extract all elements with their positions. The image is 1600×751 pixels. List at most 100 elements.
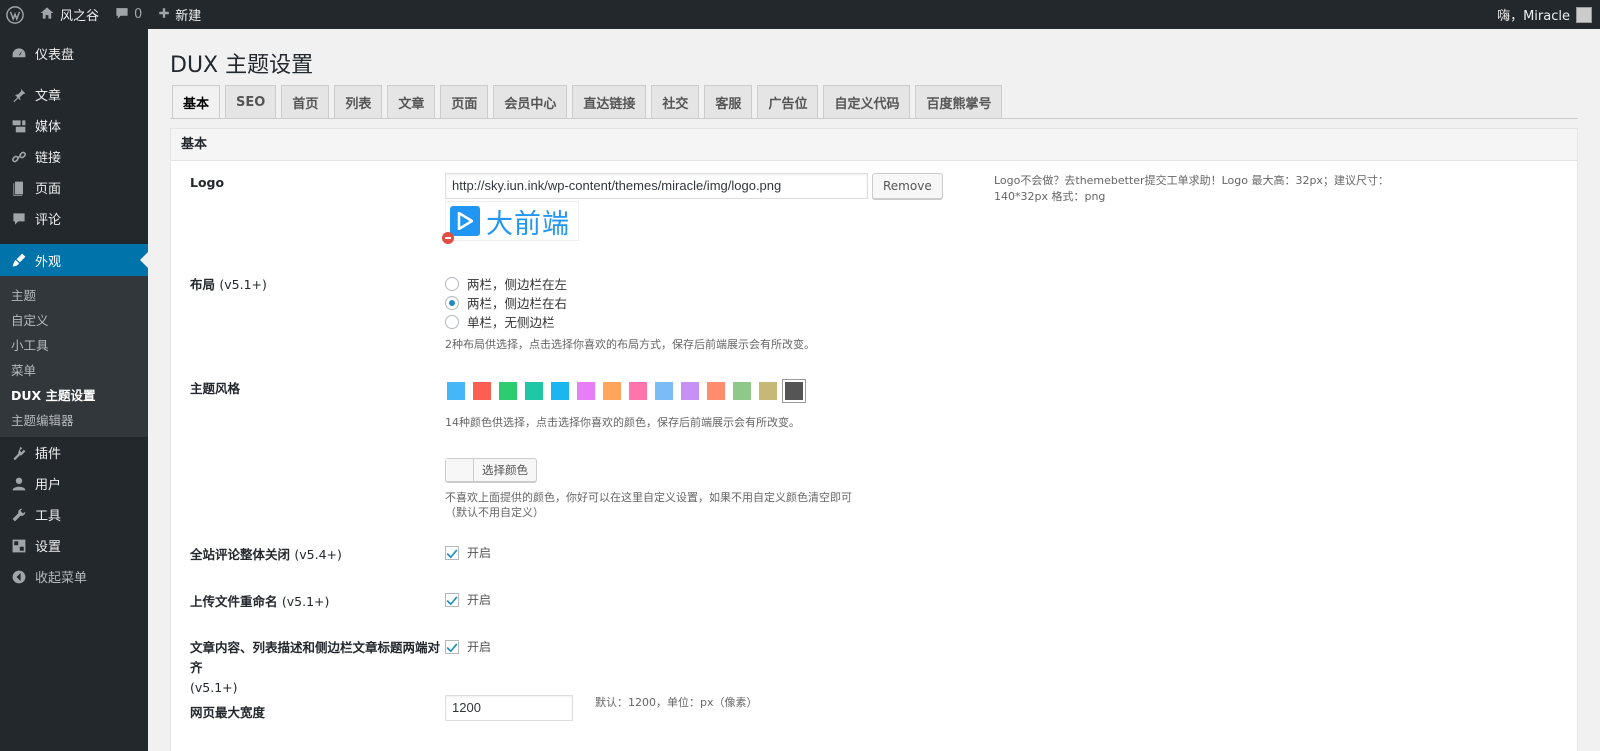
radio-label: 两栏，侧边栏在右 xyxy=(467,296,568,311)
tool-icon xyxy=(9,505,29,525)
main-content: DUX 主题设置 基本 SEO 首页 列表 文章 页面 会员中心 直达链接 社交… xyxy=(148,29,1600,751)
color-swatch[interactable] xyxy=(497,380,519,402)
logo-desc: Logo不会做？去themebetter提交工单求助！Logo 最大高：32px… xyxy=(994,174,1389,203)
menu-label: 外观 xyxy=(35,254,62,270)
color-picker-button[interactable]: 选择颜色 xyxy=(445,458,537,482)
tab-social[interactable]: 社交 xyxy=(651,85,700,118)
logo-remove-icon[interactable] xyxy=(442,232,454,244)
color-swatch[interactable] xyxy=(731,380,753,402)
max-width-desc: 默认：1200，单位：px（像素） xyxy=(595,696,758,709)
logo-remove-button[interactable]: Remove xyxy=(872,173,943,199)
checkbox-checked[interactable] xyxy=(445,592,459,607)
settings-tabs: 基本 SEO 首页 列表 文章 页面 会员中心 直达链接 社交 客服 广告位 自… xyxy=(172,85,1003,119)
layout-label-text: 布局 xyxy=(190,277,216,292)
custom-color-desc-default: （默认不用自定义） xyxy=(445,506,544,519)
tab-list[interactable]: 列表 xyxy=(334,85,383,118)
logo-preview-text: 大前端 xyxy=(486,208,570,240)
pin-icon xyxy=(9,85,29,105)
layout-option-left[interactable]: 两栏，侧边栏在左 xyxy=(445,274,567,293)
rename-upload-option[interactable]: 开启 xyxy=(445,591,491,608)
tab-basic[interactable]: 基本 xyxy=(172,85,221,119)
justify-text-label-text: 文章内容、列表描述和侧边栏文章标题两端对齐 xyxy=(190,640,441,675)
color-swatch[interactable] xyxy=(757,380,779,402)
menu-item-media[interactable]: 媒体 xyxy=(0,110,148,141)
justify-text-version: (v5.1+) xyxy=(190,680,238,695)
tab-custom-code[interactable]: 自定义代码 xyxy=(823,85,911,118)
submenu-dux-settings[interactable]: DUX 主题设置 xyxy=(0,383,148,408)
checkbox-label: 开启 xyxy=(467,546,492,560)
link-icon xyxy=(9,147,29,167)
submenu-theme-editor[interactable]: 主题编辑器 xyxy=(0,408,148,433)
radio-button[interactable] xyxy=(445,314,459,329)
menu-item-settings[interactable]: 设置 xyxy=(0,530,148,561)
rename-upload-label: 上传文件重命名 (v5.1+) xyxy=(190,592,329,612)
color-preview xyxy=(446,459,474,481)
menu-item-dashboard[interactable]: 仪表盘 xyxy=(0,38,148,69)
tab-ads[interactable]: 广告位 xyxy=(757,85,819,118)
color-swatch[interactable] xyxy=(575,380,597,402)
settings-icon xyxy=(9,536,29,556)
tab-member-center[interactable]: 会员中心 xyxy=(493,85,568,118)
site-home-link[interactable]: 风之谷 xyxy=(32,0,107,29)
tab-page[interactable]: 页面 xyxy=(440,85,489,118)
menu-label: 媒体 xyxy=(35,120,62,135)
menu-item-appearance[interactable]: 外观 xyxy=(0,244,148,276)
media-icon xyxy=(9,116,29,136)
checkbox-checked[interactable] xyxy=(445,639,459,654)
submenu-customize[interactable]: 自定义 xyxy=(0,308,148,333)
menu-item-posts[interactable]: 文章 xyxy=(0,79,148,110)
tab-home[interactable]: 首页 xyxy=(281,85,330,118)
tabs-divider xyxy=(170,118,1578,119)
logo-label: Logo xyxy=(190,175,225,190)
color-swatch[interactable] xyxy=(523,380,545,402)
layout-version: (v5.1+) xyxy=(219,277,267,292)
tab-post[interactable]: 文章 xyxy=(387,85,436,118)
menu-item-users[interactable]: 用户 xyxy=(0,468,148,499)
menu-item-plugins[interactable]: 插件 xyxy=(0,437,148,468)
color-swatch[interactable] xyxy=(445,380,467,402)
tab-seo[interactable]: SEO xyxy=(225,85,277,118)
color-swatch[interactable] xyxy=(627,380,649,402)
appearance-icon xyxy=(9,250,29,270)
logo-preview-image: 大前端 xyxy=(445,201,579,241)
color-swatch[interactable] xyxy=(679,380,701,402)
page-title: DUX 主题设置 xyxy=(170,53,314,78)
color-swatch[interactable] xyxy=(653,380,675,402)
color-swatch[interactable] xyxy=(705,380,727,402)
new-content-link[interactable]: 新建 xyxy=(150,0,209,29)
comment-icon xyxy=(9,209,29,229)
menu-label: 仪表盘 xyxy=(35,48,75,63)
radio-button[interactable] xyxy=(445,276,459,291)
tab-direct-links[interactable]: 直达链接 xyxy=(572,85,647,118)
color-swatch[interactable] xyxy=(601,380,623,402)
checkbox-label: 开启 xyxy=(467,640,492,654)
color-picker-label: 选择颜色 xyxy=(482,463,528,477)
tab-baidu-xzh[interactable]: 百度熊掌号 xyxy=(915,85,1003,118)
tab-customer-service[interactable]: 客服 xyxy=(704,85,753,118)
color-swatch[interactable] xyxy=(471,380,493,402)
color-swatch[interactable] xyxy=(782,379,806,403)
close-comments-option[interactable]: 开启 xyxy=(445,544,491,561)
menu-item-collapse[interactable]: 收起菜单 xyxy=(0,561,148,592)
radio-button-checked[interactable] xyxy=(445,295,459,310)
comments-link[interactable]: 0 xyxy=(107,0,150,29)
checkbox-checked[interactable] xyxy=(445,545,459,560)
justify-text-option[interactable]: 开启 xyxy=(445,638,491,655)
submenu-menus[interactable]: 菜单 xyxy=(0,358,148,383)
layout-option-right[interactable]: 两栏，侧边栏在右 xyxy=(445,293,567,312)
submenu-themes[interactable]: 主题 xyxy=(0,283,148,308)
appearance-submenu: 主题 自定义 小工具 菜单 DUX 主题设置 主题编辑器 xyxy=(0,276,148,437)
max-width-input[interactable]: 1200 xyxy=(445,695,573,721)
menu-item-comments[interactable]: 评论 xyxy=(0,203,148,234)
my-account[interactable]: 嗨，Miracle xyxy=(1497,5,1600,24)
menu-item-tools[interactable]: 工具 xyxy=(0,499,148,530)
submenu-widgets[interactable]: 小工具 xyxy=(0,333,148,358)
logo-url-input[interactable]: http://sky.iun.ink/wp-content/themes/mir… xyxy=(445,173,868,199)
menu-item-pages[interactable]: 页面 xyxy=(0,172,148,203)
wordpress-logo-icon[interactable] xyxy=(0,0,32,29)
menu-item-links[interactable]: 链接 xyxy=(0,141,148,172)
color-swatch[interactable] xyxy=(549,380,571,402)
layout-option-single[interactable]: 单栏，无侧边栏 xyxy=(445,312,555,331)
rename-upload-label-text: 上传文件重命名 xyxy=(190,594,278,609)
theme-style-desc: 14种颜色供选择，点击选择你喜欢的颜色，保存后前端展示会有所改变。 xyxy=(445,416,800,429)
